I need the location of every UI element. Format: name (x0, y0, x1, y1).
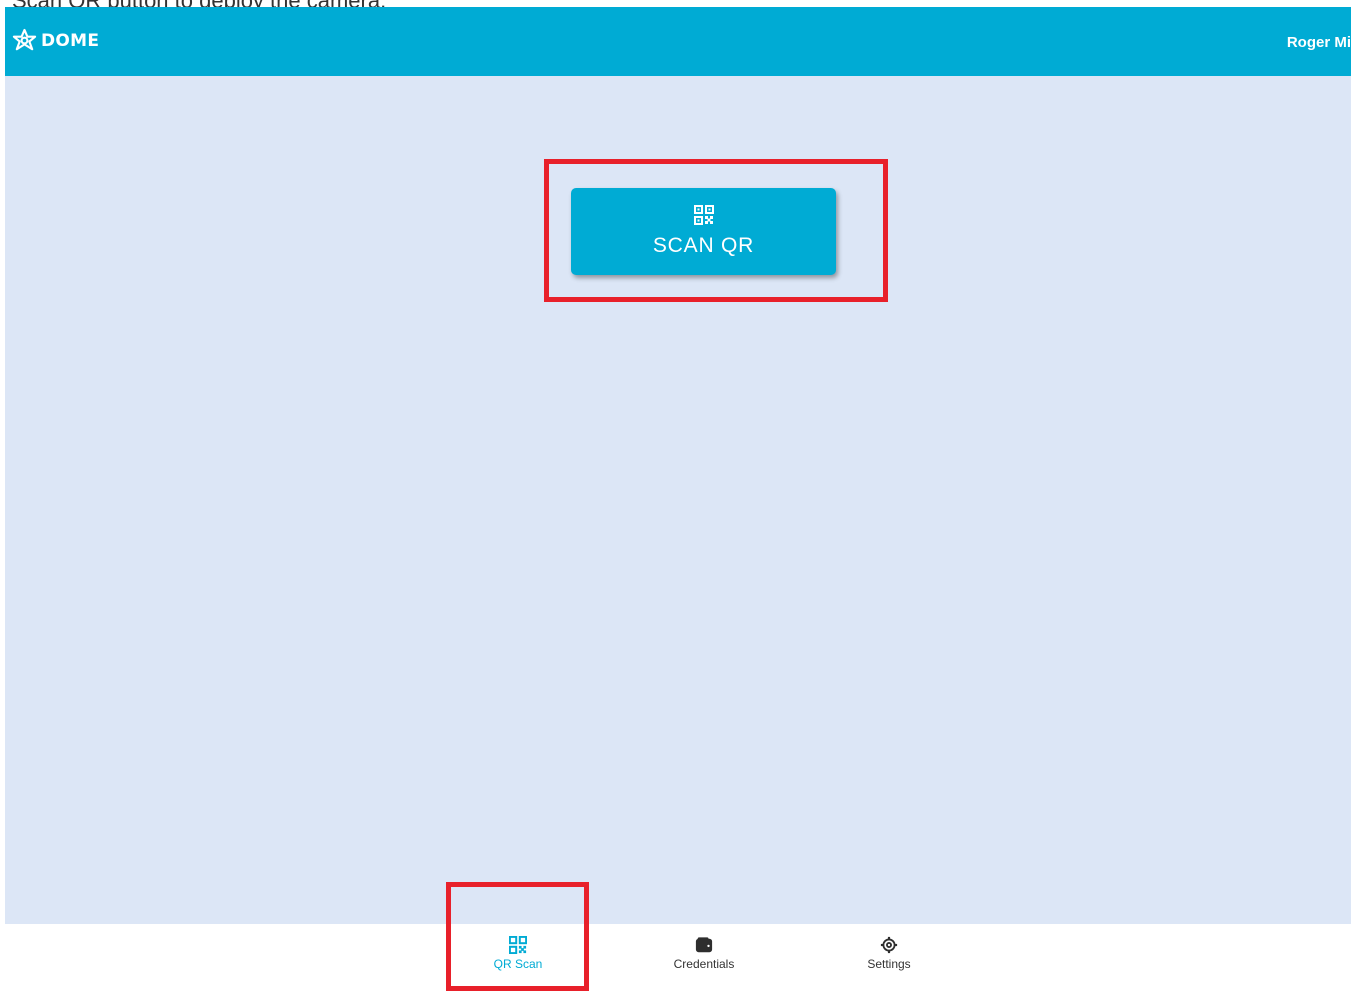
nav-item-credentials[interactable]: Credentials (644, 936, 764, 971)
nav-item-label: Settings (867, 957, 911, 971)
bottom-navigation: QR Scan Credentials Settings (0, 924, 1358, 991)
main-content: SCAN QR (5, 76, 1351, 924)
scan-qr-button[interactable]: SCAN QR (571, 188, 836, 275)
nav-item-label: Credentials (673, 957, 735, 971)
nav-item-qr-scan[interactable]: QR Scan (458, 936, 578, 971)
qr-code-icon (693, 205, 714, 225)
dome-logo[interactable]: DOME (11, 26, 99, 56)
scan-qr-label: SCAN QR (652, 234, 755, 257)
wallet-icon (695, 937, 713, 953)
nav-item-settings[interactable]: Settings (829, 936, 949, 971)
nav-item-label: QR Scan (493, 957, 543, 971)
brand-name: DOME (41, 31, 100, 51)
app-header: DOME Roger Mi (5, 7, 1351, 76)
qr-code-icon (509, 936, 527, 954)
dome-logo-icon (12, 28, 37, 50)
gear-icon (880, 936, 898, 954)
user-name[interactable]: Roger Mi (1287, 34, 1351, 51)
